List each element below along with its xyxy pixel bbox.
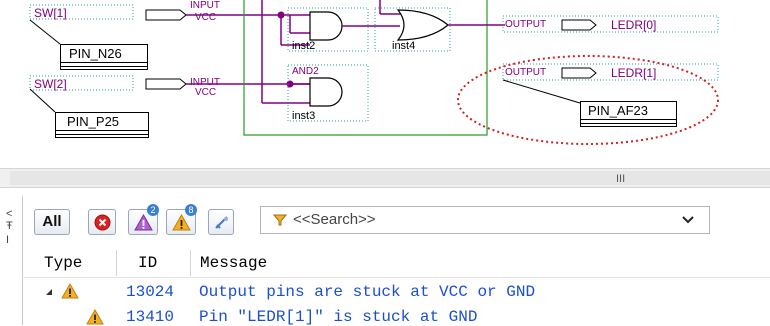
column-header-type[interactable]: Type bbox=[44, 254, 82, 272]
collapsed-side-panel[interactable]: < Ŧ I bbox=[0, 196, 23, 325]
and-gate-inst3[interactable] bbox=[309, 77, 343, 107]
error-icon bbox=[94, 214, 111, 231]
warning-icon bbox=[86, 309, 104, 325]
output-ledr1-name: LEDR[1] bbox=[611, 66, 656, 80]
output-ledr0-name: LEDR[0] bbox=[611, 18, 656, 32]
pin-box-ledr1: PIN_AF23 bbox=[580, 101, 677, 127]
warning-icon bbox=[61, 283, 79, 299]
or-gate-inst4[interactable] bbox=[396, 9, 449, 41]
output-ledr0-symbol[interactable] bbox=[561, 19, 597, 31]
input-sw1-symbol[interactable] bbox=[145, 9, 187, 21]
warning-icon bbox=[172, 214, 191, 231]
pin-label-sw1: PIN_N26 bbox=[69, 46, 122, 61]
filter-critical-warning-button[interactable]: 2 bbox=[128, 204, 159, 235]
expand-triangle-icon[interactable] bbox=[45, 288, 53, 296]
pin-label-ledr1: PIN_AF23 bbox=[588, 103, 648, 118]
search-placeholder: <<Search>> bbox=[293, 211, 376, 228]
scrollbar-grip[interactable]: III bbox=[616, 173, 625, 185]
input-sw1-vcc: VCC bbox=[195, 12, 216, 23]
input-sw1-type: INPUT bbox=[190, 0, 220, 11]
message-search-box[interactable]: <<Search>> bbox=[260, 206, 710, 234]
input-sw2-symbol[interactable] bbox=[145, 78, 187, 90]
column-header-message[interactable]: Message bbox=[200, 254, 267, 272]
input-sw2-pin-leader bbox=[29, 88, 56, 113]
gate-inst2-label: inst2 bbox=[292, 40, 315, 52]
side-panel-char-2: Ŧ bbox=[6, 220, 13, 232]
chevron-down-icon[interactable] bbox=[681, 213, 695, 227]
pin-box-sw2: PIN_P25 bbox=[55, 112, 149, 138]
warning-count-badge: 8 bbox=[185, 204, 197, 216]
output-ledr1-type: OUTPUT bbox=[505, 67, 546, 78]
schematic-canvas: SW[1] INPUT VCC SW[2] INPUT VCC inst2 AN… bbox=[29, 0, 719, 145]
critical-warning-icon bbox=[134, 214, 153, 231]
pin-box-sw1: PIN_N26 bbox=[60, 44, 148, 70]
message-text: Pin "LEDR[1]" is stuck at GND bbox=[199, 308, 478, 326]
gate-inst3-title: AND2 bbox=[292, 66, 319, 77]
pin-label-sw2: PIN_P25 bbox=[67, 114, 120, 129]
input-sw2-vcc: VCC bbox=[195, 87, 216, 98]
filter-suppress-button[interactable] bbox=[208, 209, 234, 235]
input-sw2-name: SW[2] bbox=[34, 77, 67, 91]
horizontal-scrollbar[interactable]: III bbox=[0, 168, 770, 188]
message-id: 13024 bbox=[126, 283, 175, 301]
and-gate-inst2[interactable] bbox=[309, 11, 343, 41]
message-id: 13410 bbox=[126, 308, 175, 326]
output-ledr1-symbol[interactable] bbox=[561, 67, 597, 79]
input-sw1-pin-leader bbox=[29, 19, 61, 45]
message-text: Output pins are stuck at VCC or GND bbox=[199, 283, 536, 301]
column-header-id[interactable]: ID bbox=[138, 254, 157, 272]
gate-inst4-label: inst4 bbox=[392, 40, 415, 52]
scrollbar-track[interactable] bbox=[10, 171, 770, 185]
suppress-icon bbox=[215, 216, 228, 229]
output-ledr1-pin-leader bbox=[502, 79, 581, 104]
filter-all-button[interactable]: All bbox=[34, 209, 70, 235]
filter-error-button[interactable] bbox=[88, 209, 116, 235]
side-panel-char-1: < bbox=[6, 208, 13, 220]
filter-funnel-icon bbox=[273, 214, 287, 226]
output-ledr0-type: OUTPUT bbox=[505, 19, 546, 30]
input-sw1-name: SW[1] bbox=[34, 6, 67, 20]
side-panel-char-3: I bbox=[6, 234, 10, 246]
filter-warning-button[interactable]: 8 bbox=[166, 204, 197, 235]
gate-inst3-label: inst3 bbox=[292, 110, 315, 122]
critical-warning-count-badge: 2 bbox=[147, 204, 159, 216]
